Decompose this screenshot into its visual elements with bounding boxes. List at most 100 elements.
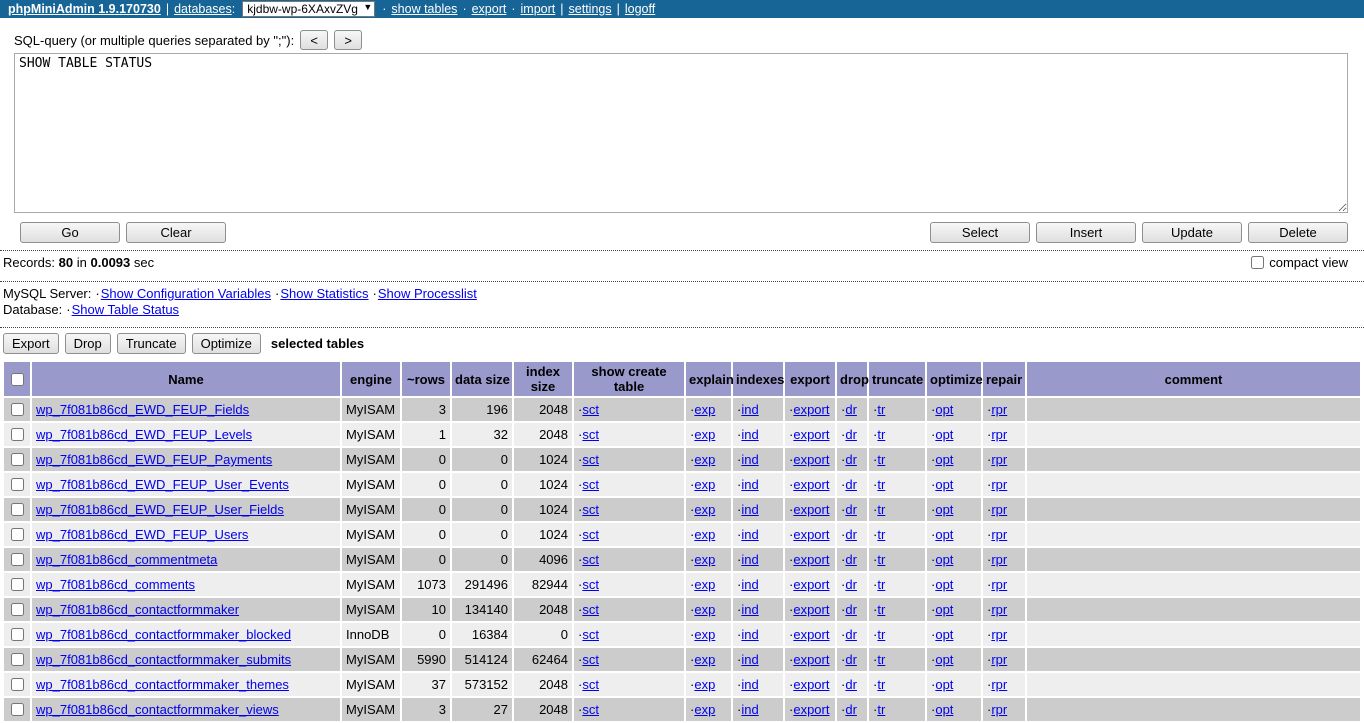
show-config-vars-link[interactable]: Show Configuration Variables: [101, 286, 271, 301]
explain-link[interactable]: exp: [694, 502, 715, 517]
optimize-row-link[interactable]: opt: [935, 602, 953, 617]
drop-row-link[interactable]: dr: [845, 577, 857, 592]
table-name-link[interactable]: wp_7f081b86cd_contactformmaker: [36, 602, 239, 617]
truncate-row-link[interactable]: tr: [877, 502, 885, 517]
repair-row-link[interactable]: rpr: [991, 527, 1007, 542]
export-row-link[interactable]: export: [793, 502, 829, 517]
truncate-row-link[interactable]: tr: [877, 527, 885, 542]
indexes-link[interactable]: ind: [741, 502, 758, 517]
drop-row-link[interactable]: dr: [845, 527, 857, 542]
row-checkbox[interactable]: [11, 503, 24, 516]
row-checkbox[interactable]: [11, 603, 24, 616]
export-row-link[interactable]: export: [793, 552, 829, 567]
truncate-row-link[interactable]: tr: [877, 552, 885, 567]
explain-link[interactable]: exp: [694, 452, 715, 467]
row-checkbox[interactable]: [11, 628, 24, 641]
databases-link[interactable]: databases: [174, 2, 232, 16]
table-name-link[interactable]: wp_7f081b86cd_contactformmaker_submits: [36, 652, 291, 667]
show-create-link[interactable]: sct: [582, 427, 599, 442]
export-row-link[interactable]: export: [793, 527, 829, 542]
optimize-row-link[interactable]: opt: [935, 552, 953, 567]
show-create-link[interactable]: sct: [582, 652, 599, 667]
optimize-row-link[interactable]: opt: [935, 452, 953, 467]
indexes-link[interactable]: ind: [741, 627, 758, 642]
show-create-link[interactable]: sct: [582, 577, 599, 592]
indexes-link[interactable]: ind: [741, 427, 758, 442]
show-create-link[interactable]: sct: [582, 602, 599, 617]
truncate-row-link[interactable]: tr: [877, 677, 885, 692]
explain-link[interactable]: exp: [694, 477, 715, 492]
show-create-link[interactable]: sct: [582, 527, 599, 542]
export-row-link[interactable]: export: [793, 477, 829, 492]
optimize-row-link[interactable]: opt: [935, 527, 953, 542]
optimize-row-link[interactable]: opt: [935, 627, 953, 642]
show-processlist-link[interactable]: Show Processlist: [378, 286, 477, 301]
select-all-checkbox[interactable]: [11, 372, 24, 386]
explain-link[interactable]: exp: [694, 427, 715, 442]
export-row-link[interactable]: export: [793, 577, 829, 592]
row-checkbox[interactable]: [11, 428, 24, 441]
export-row-link[interactable]: export: [793, 627, 829, 642]
drop-row-link[interactable]: dr: [845, 677, 857, 692]
repair-row-link[interactable]: rpr: [991, 452, 1007, 467]
table-name-link[interactable]: wp_7f081b86cd_EWD_FEUP_User_Fields: [36, 502, 284, 517]
table-name-link[interactable]: wp_7f081b86cd_EWD_FEUP_Levels: [36, 427, 252, 442]
table-name-link[interactable]: wp_7f081b86cd_EWD_FEUP_Payments: [36, 452, 272, 467]
indexes-link[interactable]: ind: [741, 577, 758, 592]
drop-row-link[interactable]: dr: [845, 452, 857, 467]
prev-query-button[interactable]: <: [300, 30, 329, 50]
drop-row-link[interactable]: dr: [845, 602, 857, 617]
insert-button[interactable]: Insert: [1036, 222, 1136, 243]
export-row-link[interactable]: export: [793, 702, 829, 717]
indexes-link[interactable]: ind: [741, 402, 758, 417]
row-checkbox[interactable]: [11, 578, 24, 591]
explain-link[interactable]: exp: [694, 602, 715, 617]
drop-row-link[interactable]: dr: [845, 477, 857, 492]
delete-button[interactable]: Delete: [1248, 222, 1348, 243]
repair-row-link[interactable]: rpr: [991, 402, 1007, 417]
row-checkbox[interactable]: [11, 528, 24, 541]
export-row-link[interactable]: export: [793, 452, 829, 467]
explain-link[interactable]: exp: [694, 702, 715, 717]
show-create-link[interactable]: sct: [582, 702, 599, 717]
truncate-row-link[interactable]: tr: [877, 427, 885, 442]
next-query-button[interactable]: >: [334, 30, 363, 50]
table-name-link[interactable]: wp_7f081b86cd_contactformmaker_views: [36, 702, 279, 717]
table-name-link[interactable]: wp_7f081b86cd_EWD_FEUP_Fields: [36, 402, 249, 417]
app-title-link[interactable]: phpMiniAdmin 1.9.170730: [8, 2, 161, 16]
export-link[interactable]: export: [472, 2, 507, 16]
truncate-row-link[interactable]: tr: [877, 602, 885, 617]
indexes-link[interactable]: ind: [741, 677, 758, 692]
repair-row-link[interactable]: rpr: [991, 702, 1007, 717]
explain-link[interactable]: exp: [694, 552, 715, 567]
indexes-link[interactable]: ind: [741, 527, 758, 542]
repair-row-link[interactable]: rpr: [991, 502, 1007, 517]
show-create-link[interactable]: sct: [582, 677, 599, 692]
table-name-link[interactable]: wp_7f081b86cd_comments: [36, 577, 195, 592]
row-checkbox[interactable]: [11, 403, 24, 416]
select-button[interactable]: Select: [930, 222, 1030, 243]
repair-row-link[interactable]: rpr: [991, 602, 1007, 617]
export-tables-button[interactable]: Export: [3, 333, 59, 354]
compact-view-checkbox[interactable]: [1251, 256, 1265, 269]
drop-row-link[interactable]: dr: [845, 502, 857, 517]
optimize-row-link[interactable]: opt: [935, 402, 953, 417]
clear-button[interactable]: Clear: [126, 222, 226, 243]
optimize-row-link[interactable]: opt: [935, 652, 953, 667]
drop-row-link[interactable]: dr: [845, 427, 857, 442]
go-button[interactable]: Go: [20, 222, 120, 243]
drop-row-link[interactable]: dr: [845, 702, 857, 717]
optimize-row-link[interactable]: opt: [935, 577, 953, 592]
show-statistics-link[interactable]: Show Statistics: [280, 286, 368, 301]
explain-link[interactable]: exp: [694, 402, 715, 417]
table-name-link[interactable]: wp_7f081b86cd_EWD_FEUP_User_Events: [36, 477, 289, 492]
indexes-link[interactable]: ind: [741, 452, 758, 467]
import-link[interactable]: import: [521, 2, 556, 16]
explain-link[interactable]: exp: [694, 527, 715, 542]
indexes-link[interactable]: ind: [741, 477, 758, 492]
repair-row-link[interactable]: rpr: [991, 652, 1007, 667]
indexes-link[interactable]: ind: [741, 552, 758, 567]
repair-row-link[interactable]: rpr: [991, 477, 1007, 492]
optimize-tables-button[interactable]: Optimize: [191, 333, 261, 354]
table-name-link[interactable]: wp_7f081b86cd_contactformmaker_themes: [36, 677, 289, 692]
